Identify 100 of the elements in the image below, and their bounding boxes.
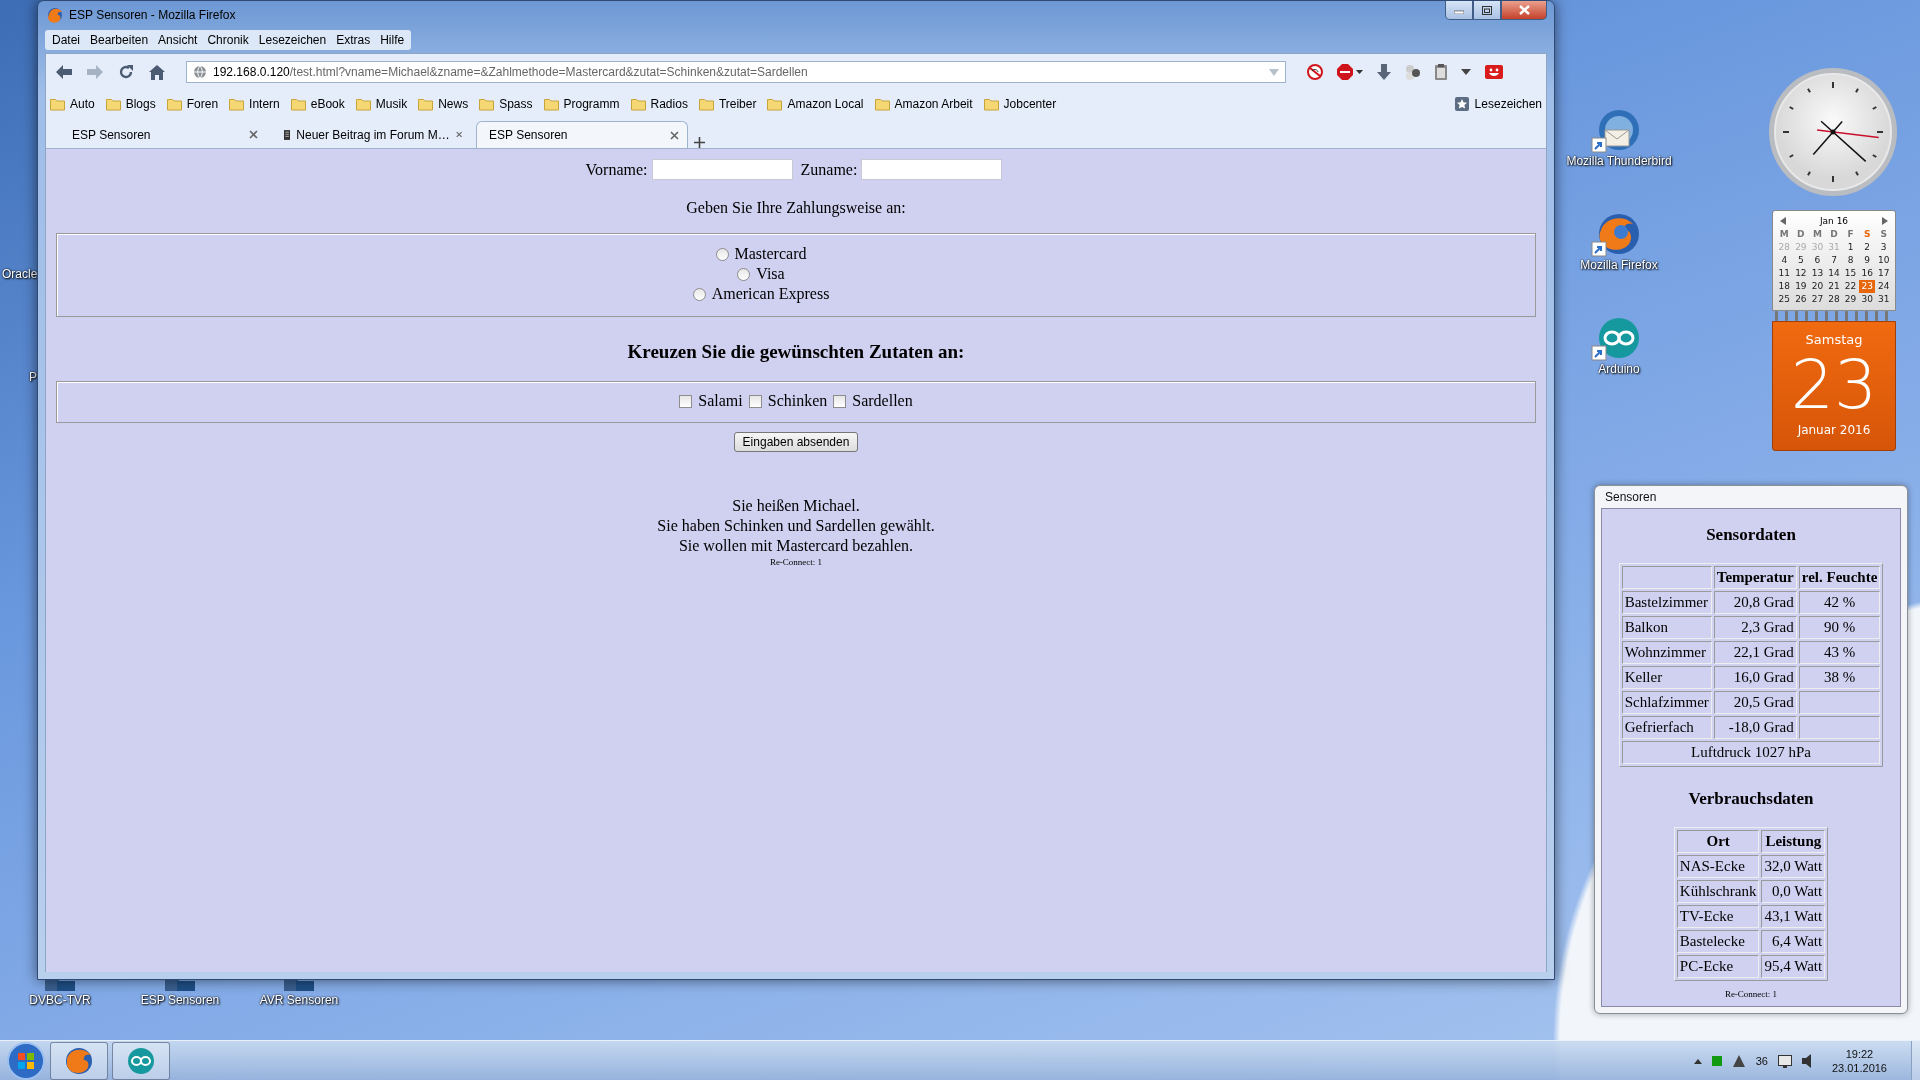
calendar-day[interactable]: 14 [1825,267,1843,280]
folder-icon [630,97,646,111]
calendar-day[interactable]: 17 [1875,267,1892,280]
bookmark-folder[interactable]: Treiber [698,97,757,111]
calendar-day[interactable]: 31 [1875,293,1892,306]
calendar-day[interactable]: 16 [1858,267,1876,280]
checkbox[interactable] [833,394,847,408]
menu-item[interactable]: Lesezeichen [253,33,332,47]
calendar-day[interactable]: 13 [1809,267,1826,280]
icon-label: Mozilla Thunderbird [1566,154,1672,168]
calendar-day[interactable]: 22 [1842,280,1859,293]
calendar-day[interactable]: 25 [1776,293,1793,306]
smiley-icon[interactable] [1485,65,1503,79]
weekday-text: Samstag [1805,332,1863,347]
bookmark-folder[interactable]: Auto [50,97,95,111]
close-button[interactable] [1501,1,1547,20]
calendar-day[interactable]: 10 [1875,254,1892,267]
plus-icon[interactable] [694,137,705,148]
circles-icon[interactable] [1405,64,1421,80]
menu-item[interactable]: Extras [331,33,376,47]
tab[interactable]: ESP Sensoren [60,121,266,148]
calendar-day[interactable]: 12 [1792,267,1810,280]
start-button[interactable] [6,1041,46,1080]
calendar-day[interactable]: 29 [1842,293,1859,306]
back-icon[interactable] [56,65,72,79]
calendar-day[interactable]: 7 [1825,254,1843,267]
speaker-icon[interactable] [1801,1054,1814,1068]
radio-button[interactable] [715,247,729,261]
icon-label: Arduino [1598,362,1640,376]
clipboard-icon[interactable] [1435,64,1447,80]
calendar-day[interactable]: 28 [1825,293,1843,306]
bookmark-folder[interactable]: News [418,97,469,111]
caret-up-icon[interactable] [1693,1058,1702,1064]
bookmarks-menu[interactable]: Lesezeichen [1454,97,1546,111]
bookmark-folder[interactable]: Radios [630,97,688,111]
bookmark-folder[interactable]: Foren [166,97,219,111]
download-icon[interactable] [1377,64,1391,80]
calendar-day[interactable]: 27 [1809,293,1826,306]
bookmark-folder[interactable]: Intern [229,97,280,111]
no-sign-icon[interactable] [1307,64,1323,80]
menu-item[interactable]: Datei [47,33,85,47]
calendar-day[interactable]: 9 [1858,254,1876,267]
menu-item[interactable]: Ansicht [153,33,203,47]
bookmark-folder[interactable]: eBook [290,97,345,111]
table-cell: 2,3 Grad [1713,616,1797,639]
calendar-day[interactable]: 2 [1858,241,1876,254]
radio-button[interactable] [737,267,751,281]
bookmark-folder[interactable]: Jobcenter [983,97,1057,111]
previous-icon[interactable] [1780,217,1786,225]
menu-item[interactable]: Chronik [202,33,254,47]
tab[interactable]: ESP Sensoren [476,121,688,148]
calendar-day[interactable]: 3 [1875,241,1892,254]
calendar-day[interactable]: 5 [1792,254,1810,267]
reload-icon[interactable] [118,64,134,80]
maximize-button[interactable] [1473,1,1501,20]
caret-icon[interactable] [1461,69,1471,75]
next-icon[interactable] [1882,217,1888,225]
bookmark-folder[interactable]: Blogs [105,97,156,111]
clock-text[interactable]: 19:22 23.01.2016 [1831,1047,1887,1075]
bookmark-folder[interactable]: Programm [543,97,620,111]
home-icon[interactable] [149,64,165,80]
menu-item[interactable]: Hilfe [375,33,410,47]
calendar-day[interactable]: 21 [1825,280,1843,293]
calendar-day[interactable]: 30 [1858,293,1876,306]
taskbar-button[interactable] [112,1042,170,1080]
calendar-day[interactable]: 15 [1842,267,1859,280]
bookmark-folder[interactable]: Spass [479,97,533,111]
calendar-day[interactable]: 20 [1809,280,1826,293]
calendar-day[interactable]: 1 [1842,241,1859,254]
calendar-day[interactable]: 19 [1792,280,1810,293]
menu-item[interactable]: Bearbeiten [85,33,154,47]
taskbar-button[interactable] [50,1042,108,1080]
close-icon[interactable] [670,130,679,140]
calendar-day[interactable]: 11 [1776,267,1793,280]
radio-button[interactable] [692,287,706,301]
submit-button[interactable]: Eingaben absenden [733,432,859,452]
weekday-label: S [1879,228,1888,241]
calendar-day[interactable]: 24 [1875,280,1892,293]
input-field[interactable] [651,159,793,180]
bookmark-folder[interactable]: Amazon Arbeit [874,97,973,111]
table-cell: Wohnzimmer [1621,641,1712,664]
tab[interactable]: Neuer Beitrag im Forum M… [272,121,470,148]
calendar-day[interactable]: 8 [1842,254,1859,267]
checkbox[interactable] [748,394,762,408]
minimize-button[interactable] [1445,1,1473,20]
option-label: Visa [756,265,785,283]
calendar-day[interactable]: 18 [1776,280,1793,293]
input-field[interactable] [861,159,1003,180]
url-field[interactable]: 192.168.0.120/test.html?vname=Michael&zname=&Zahlmethode=Mastercard&zutat=Schinken&zutat=Sardellen [186,61,1286,83]
close-icon[interactable] [455,130,462,139]
calendar-day[interactable]: 26 [1792,293,1810,306]
close-icon[interactable] [249,130,258,139]
bookmark-folder[interactable]: Musik [355,97,408,111]
monitor-icon[interactable] [1777,1054,1792,1068]
checkbox[interactable] [679,394,693,408]
bookmark-folder[interactable]: Amazon Local [767,97,864,111]
star-icon [1454,97,1469,111]
calendar-day[interactable]: 6 [1809,254,1826,267]
stop-sign-icon[interactable] [1337,64,1363,80]
calendar-day[interactable]: 4 [1776,254,1793,267]
